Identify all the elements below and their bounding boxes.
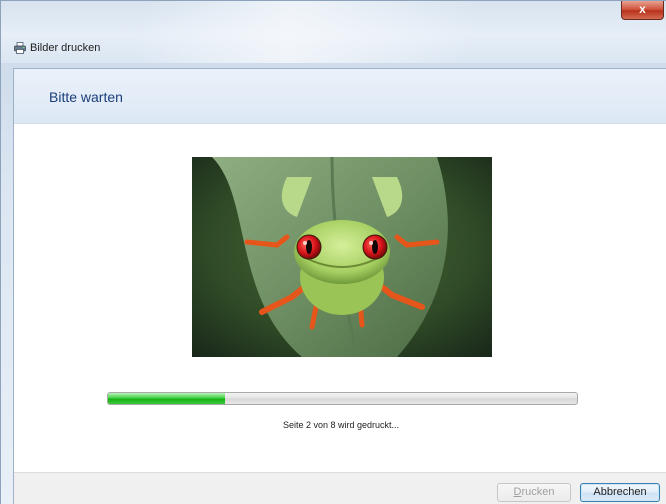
title-bar[interactable]: Bilder drucken x [1,1,666,63]
progress-fill [108,393,226,404]
close-button[interactable]: x [621,1,664,20]
window-title: Bilder drucken [30,42,101,54]
cancel-button-label: Abbrechen [593,486,647,498]
printer-icon [14,42,26,54]
print-dialog-window: Bilder drucken x Bitte warten Seite 2 vo… [0,0,666,504]
close-icon: x [639,2,646,16]
glass-sheen [141,1,471,63]
print-status-text: Seite 2 von 8 wird gedruckt... [282,420,400,430]
dialog-footer: Drucken Abbrechen [14,472,666,504]
page-title: Bitte warten [49,89,123,105]
print-button-label-rest: rucken [521,486,555,498]
print-progress-bar [107,392,578,405]
dialog-header: Bitte warten [14,69,666,124]
dialog-content: Bitte warten Seite 2 von 8 wird gedruckt… [13,68,666,504]
cancel-button[interactable]: Abbrechen [580,483,660,502]
print-button[interactable]: Drucken [497,483,571,502]
print-preview-image [192,157,492,357]
